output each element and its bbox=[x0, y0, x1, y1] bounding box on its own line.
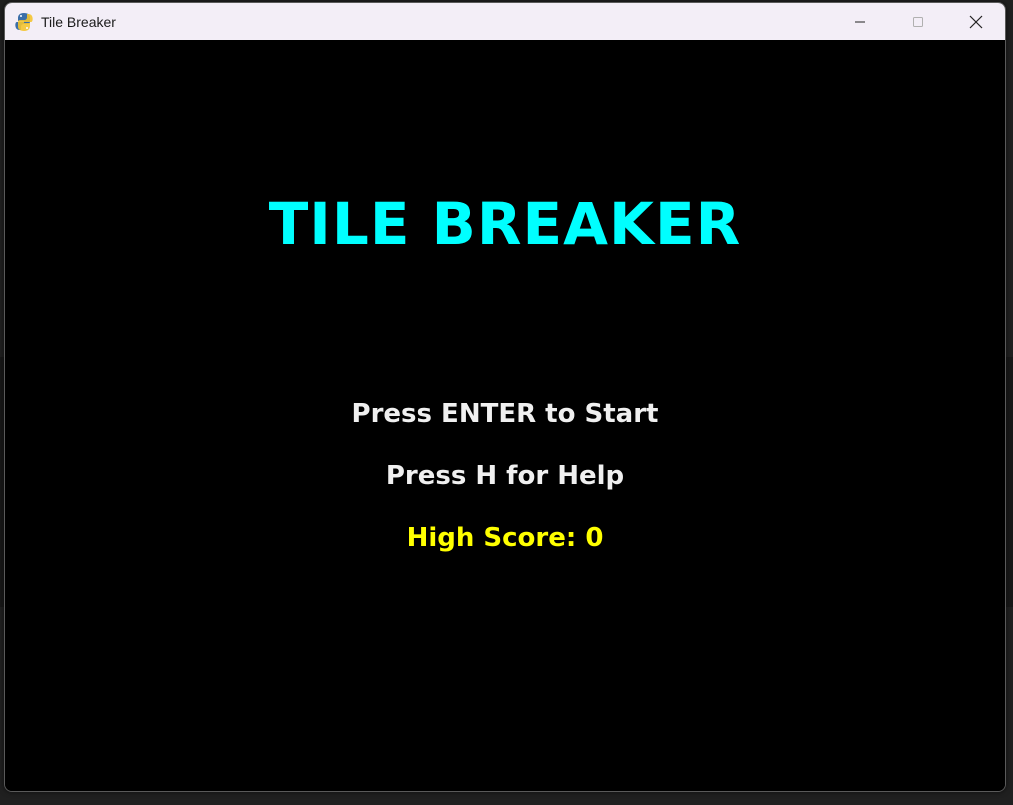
minimize-button[interactable] bbox=[831, 3, 889, 40]
start-prompt: Press ENTER to Start bbox=[351, 399, 659, 429]
game-title: TILE BREAKER bbox=[268, 190, 742, 258]
minimize-icon bbox=[855, 21, 865, 22]
maximize-icon bbox=[913, 16, 923, 27]
maximize-button[interactable] bbox=[889, 3, 947, 40]
high-score-label: High Score: 0 bbox=[406, 523, 604, 553]
close-icon bbox=[969, 15, 983, 28]
window-title: Tile Breaker bbox=[41, 13, 116, 30]
game-canvas[interactable]: TILE BREAKER Press ENTER to Start Press … bbox=[5, 40, 1005, 791]
help-prompt: Press H for Help bbox=[385, 461, 625, 491]
window-controls bbox=[831, 3, 1005, 40]
pygame-snake-icon bbox=[15, 12, 33, 32]
title-bar[interactable]: Tile Breaker bbox=[5, 3, 1005, 40]
game-window: Tile Breaker TILE BREAKER Press ENTER to… bbox=[4, 2, 1006, 792]
close-button[interactable] bbox=[947, 3, 1005, 40]
